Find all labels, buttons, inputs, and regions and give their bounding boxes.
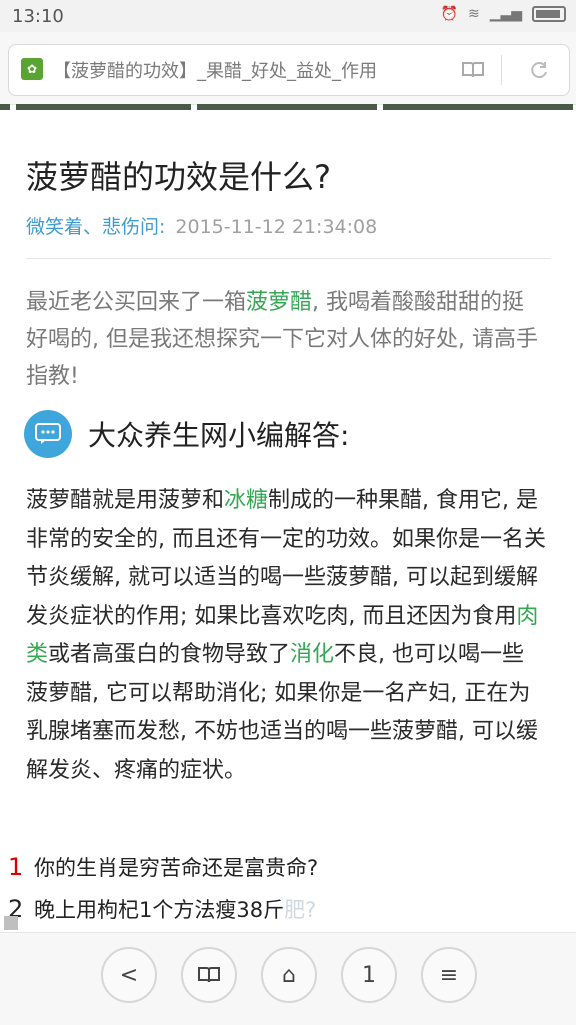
rock-sugar-link[interactable]: 冰糖: [224, 488, 268, 513]
browser-toolbar: < ⌂ 1 ≡: [0, 932, 576, 1025]
alarm-icon: ⏰: [440, 6, 458, 22]
status-bar: 13:10 ⏰ ≋ ▁▃▅: [0, 0, 576, 32]
home-icon: ⌂: [282, 962, 296, 988]
chevron-left-icon: <: [119, 962, 139, 988]
related-item[interactable]: 2 晚上用枸杞1个方法瘦38斤 肥?: [8, 894, 316, 924]
article-meta: 微笑着、悲伤问: 2015-11-12 21:34:08: [26, 212, 377, 239]
author-link[interactable]: 微笑着、悲伤问:: [26, 216, 165, 238]
answer-text: 菠萝醋就是用菠萝和冰糖制成的一种果醋, 食用它, 是非常的安全的, 而且还有一定…: [26, 482, 546, 790]
refresh-icon[interactable]: [521, 53, 557, 87]
divider: [26, 258, 551, 259]
window-count: 1: [362, 962, 376, 988]
chat-bubble-icon: [24, 410, 72, 458]
menu-icon: ≡: [439, 962, 459, 988]
related-title-overflow: 肥?: [284, 898, 317, 922]
strip-segment: [197, 104, 377, 110]
answer-label: 大众养生网小编解答:: [88, 419, 350, 452]
answer-header: 大众养生网小编解答:: [24, 410, 349, 458]
book-icon: [198, 967, 220, 983]
url-field[interactable]: ✿ 【菠萝醋的功效】_果醋_好处_益处_作用: [8, 44, 570, 96]
answer-part: 或者高蛋白的食物导致了: [48, 642, 291, 667]
windows-button[interactable]: 1: [341, 947, 397, 1003]
post-date: 2015-11-12 21:34:08: [175, 216, 378, 238]
tabs-button[interactable]: [181, 947, 237, 1003]
related-item[interactable]: 1 你的生肖是穷苦命还是富贵命?: [8, 852, 318, 882]
strip-segment: [16, 104, 191, 110]
signal-icon: ▁▃▅: [489, 6, 522, 22]
menu-button[interactable]: ≡: [421, 947, 477, 1003]
strip-segment: [383, 104, 573, 110]
back-button[interactable]: <: [101, 947, 157, 1003]
related-title[interactable]: 晚上用枸杞1个方法瘦38斤: [34, 894, 284, 924]
related-rank: 1: [8, 853, 24, 881]
pineapple-vinegar-link[interactable]: 菠萝醋: [246, 290, 312, 315]
reader-mode-icon[interactable]: [455, 53, 491, 87]
status-icons: ⏰ ≋ ▁▃▅: [441, 6, 566, 22]
wifi-icon: ≋: [467, 6, 480, 22]
related-title[interactable]: 你的生肖是穷苦命还是富贵命?: [34, 852, 318, 882]
battery-icon: [532, 6, 566, 22]
address-bar: ✿ 【菠萝醋的功效】_果醋_好处_益处_作用: [0, 32, 576, 105]
url-divider: [501, 55, 502, 85]
page-title-in-url[interactable]: 【菠萝醋的功效】_果醋_好处_益处_作用: [53, 57, 443, 83]
site-favicon-icon: ✿: [21, 58, 43, 80]
strip-segment: [0, 104, 10, 110]
question-text: 最近老公买回来了一箱菠萝醋, 我喝着酸酸甜甜的挺好喝的, 但是我还想探究一下它对…: [26, 284, 546, 395]
article-title: 菠萝醋的功效是什么?: [26, 158, 331, 196]
question-part: 最近老公买回来了一箱: [26, 290, 247, 315]
answer-part: 菠萝醋就是用菠萝和: [26, 488, 225, 513]
home-button[interactable]: ⌂: [261, 947, 317, 1003]
status-time: 13:10: [12, 6, 64, 27]
digestion-link[interactable]: 消化: [290, 642, 334, 667]
image-strip: [0, 104, 576, 110]
corner-icon: [4, 916, 18, 930]
